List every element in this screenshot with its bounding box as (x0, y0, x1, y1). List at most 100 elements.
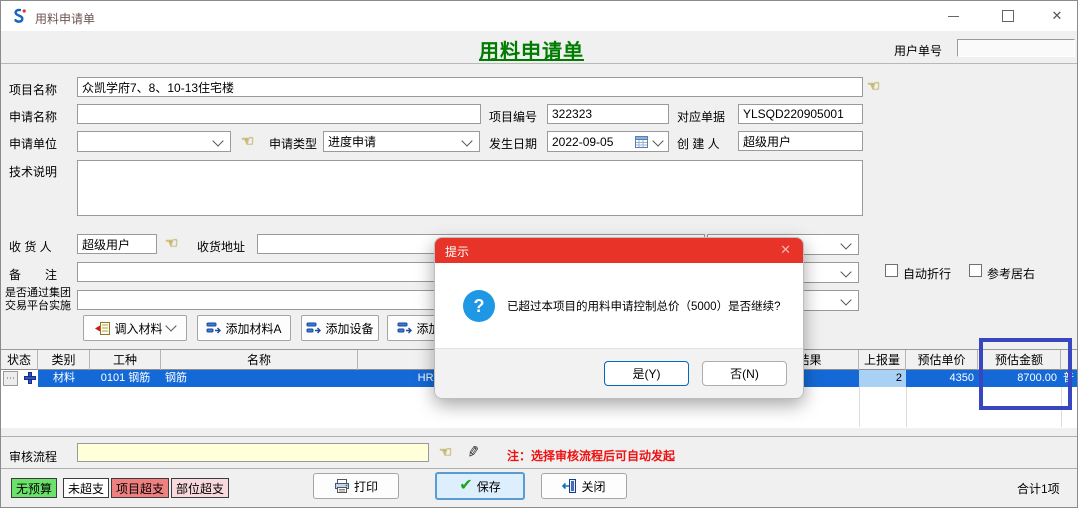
close-button[interactable]: ✕ (1035, 1, 1078, 31)
chevron-down-icon (840, 238, 851, 249)
maximize-button[interactable] (986, 1, 1030, 31)
wrap-checkbox-label: 自动折行 (903, 265, 951, 282)
receiver-label: 收 货 人 (9, 238, 52, 255)
save-button[interactable]: ✔ 保存 (435, 472, 525, 500)
close-form-button[interactable]: 关闭 (541, 473, 627, 499)
cell-name[interactable]: 钢筋 (161, 370, 358, 387)
audit-flow-input[interactable] (77, 443, 429, 462)
chevron-down-icon (212, 135, 223, 146)
ref-doc-label: 对应单据 (677, 108, 725, 125)
add-rows-icon (206, 322, 221, 334)
save-label: 保存 (477, 478, 501, 495)
legend-not-over: 未超支 (63, 478, 109, 498)
picker-hand-icon[interactable]: ☜ (165, 236, 178, 251)
occur-date-picker[interactable]: 2022-09-05 (547, 131, 669, 152)
row-selector[interactable]: ⋯ (3, 371, 18, 386)
occur-date-value: 2022-09-05 (552, 135, 613, 149)
user-no-label: 用户单号 (894, 42, 942, 59)
add-rows-icon (306, 322, 321, 334)
legend-part-over: 部位超支 (171, 478, 229, 498)
col-header-report-qty[interactable]: 上报量 (859, 350, 906, 370)
chevron-down-icon (461, 135, 472, 146)
creator-label: 创 建 人 (677, 135, 720, 152)
close-form-label: 关闭 (581, 478, 605, 495)
apply-type-combobox[interactable]: 进度申请 (323, 131, 480, 152)
receiver-input[interactable]: 超级用户 (77, 234, 157, 254)
chevron-down-icon (165, 320, 176, 331)
align-right-checkbox-label: 参考居右 (987, 265, 1035, 282)
align-right-checkbox[interactable] (969, 264, 982, 277)
ref-doc-input[interactable]: YLSQD220905001 (738, 104, 863, 124)
app-icon (11, 8, 27, 24)
dialog-footer: 是(Y) 否(N) (435, 348, 803, 398)
add-material-label: 添加材料A (225, 320, 281, 337)
legend-no-budget: 无预算 (11, 478, 57, 498)
col-header-est-price[interactable]: 预估单价 (906, 350, 978, 370)
user-no-field[interactable] (957, 39, 1075, 57)
project-name-input[interactable]: 众凯学府7、8、10-13住宅楼 (77, 77, 863, 97)
dialog-yes-button[interactable]: 是(Y) (604, 361, 689, 386)
material-request-window: 用料申请单 ✕ 用料申请单 用户单号 项目名称 众凯学府7、8、10-13住宅楼… (0, 0, 1078, 508)
col-header-status[interactable]: 状态 (1, 350, 38, 370)
printer-icon (334, 479, 350, 493)
add-equipment-label: 添加设备 (325, 320, 373, 337)
project-no-label: 项目编号 (489, 108, 537, 125)
title-bar: 用料申请单 ✕ (1, 1, 1078, 32)
col-header-trade[interactable]: 工种 (90, 350, 161, 370)
add-equipment-button[interactable]: 添加设备 (301, 315, 379, 341)
add-rows-icon (397, 322, 412, 334)
tech-note-label: 技术说明 (9, 163, 57, 180)
chevron-down-icon (652, 135, 663, 146)
page-title: 用料申请单 (479, 35, 584, 64)
dialog-title: 提示 (445, 243, 469, 260)
apply-unit-combobox[interactable] (77, 131, 231, 152)
print-label: 打印 (354, 478, 378, 495)
total-count: 合计1项 (1017, 480, 1060, 497)
check-icon: ✔ (459, 478, 472, 494)
wrap-checkbox[interactable] (885, 264, 898, 277)
minimize-button[interactable] (931, 1, 975, 31)
import-material-button[interactable]: 调入材料 (83, 315, 187, 341)
signature-pen-icon[interactable]: ✎ (466, 442, 482, 462)
dialog-message: 已超过本项目的用料申请控制总价（5000）是否继续? (507, 300, 795, 315)
add-material-button[interactable]: 添加材料A (197, 315, 291, 341)
cell-category[interactable]: 材料 (38, 370, 90, 387)
window-title: 用料申请单 (35, 10, 95, 27)
import-material-icon (95, 322, 110, 335)
dialog-no-button[interactable]: 否(N) (702, 361, 787, 386)
legend-project-over: 项目超支 (111, 478, 169, 498)
cell-trade[interactable]: 0101 钢筋 (90, 370, 161, 387)
question-icon: ? (463, 290, 495, 322)
form-header-band: 用料申请单 用户单号 (1, 31, 1078, 64)
row-status-plus-icon (24, 372, 36, 384)
picker-hand-icon[interactable]: ☜ (241, 134, 254, 149)
print-button[interactable]: 打印 (313, 473, 399, 499)
dialog-close-icon[interactable]: ✕ (780, 242, 791, 258)
project-no-input[interactable]: 322323 (547, 104, 669, 124)
chevron-down-icon (840, 266, 851, 277)
apply-type-label: 申请类型 (269, 135, 317, 152)
occur-date-label: 发生日期 (489, 135, 537, 152)
apply-name-label: 申请名称 (9, 108, 57, 125)
group-platform-label-line2: 交易平台实施 (5, 297, 71, 313)
apply-unit-label: 申请单位 (9, 135, 57, 152)
import-material-label: 调入材料 (114, 320, 162, 337)
picker-hand-icon[interactable]: ☜ (867, 79, 880, 94)
cell-report-qty[interactable]: 2 (859, 370, 906, 387)
tech-note-textarea[interactable] (77, 160, 863, 216)
project-name-label: 项目名称 (9, 81, 57, 98)
col-header-category[interactable]: 类别 (38, 350, 90, 370)
apply-name-input[interactable] (77, 104, 481, 124)
audit-flow-note: 注：选择审核流程后可自动发起 (507, 447, 675, 464)
dialog-title-bar: 提示 ✕ (435, 238, 803, 263)
chevron-down-icon (840, 294, 851, 305)
receive-addr-label: 收货地址 (197, 238, 245, 255)
creator-input[interactable]: 超级用户 (738, 131, 863, 151)
est-amount-highlight-box (979, 338, 1072, 410)
cell-est-price[interactable]: 4350 (906, 370, 978, 387)
calendar-icon[interactable] (635, 135, 648, 151)
audit-flow-label: 审核流程 (9, 448, 57, 465)
remark-label: 备 注 (9, 266, 57, 283)
picker-hand-icon[interactable]: ☜ (439, 445, 452, 460)
col-header-name[interactable]: 名称 (161, 350, 358, 370)
